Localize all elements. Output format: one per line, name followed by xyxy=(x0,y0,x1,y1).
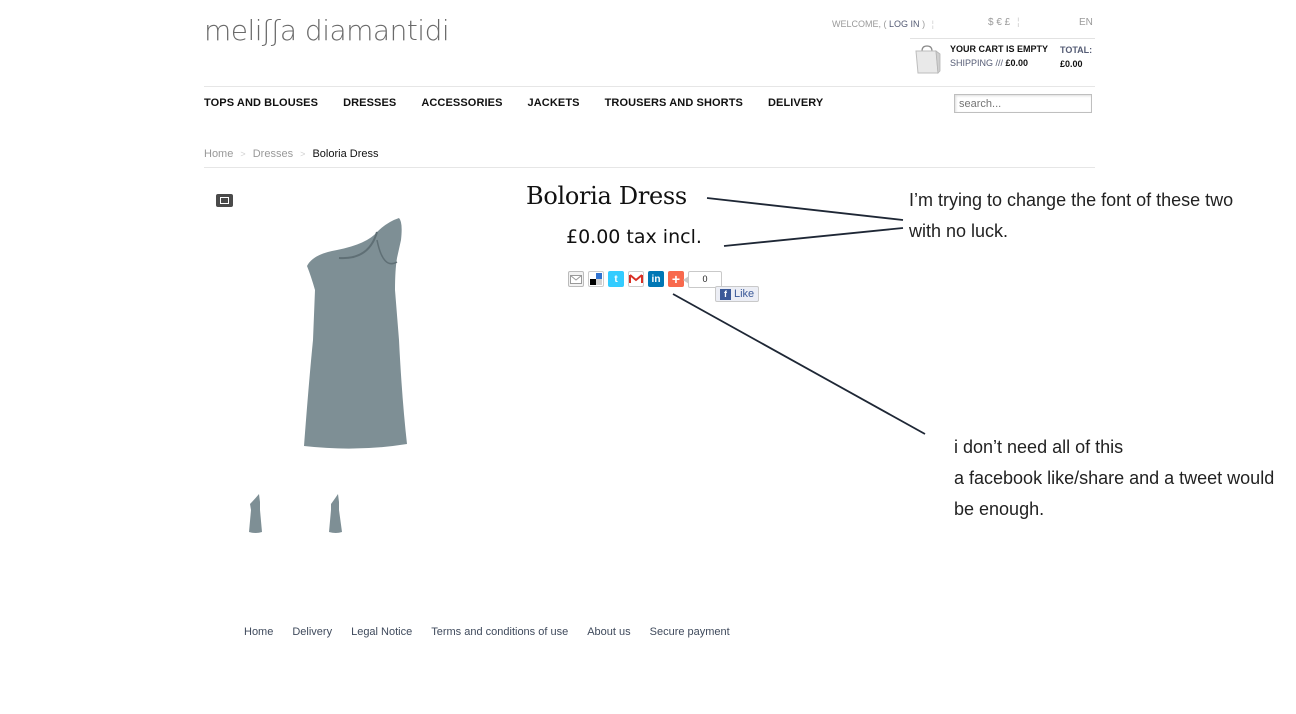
welcome-text: WELCOME, ( LOG IN ) ¦ xyxy=(832,19,938,29)
annotation-note-share: i don’t need all of this a facebook like… xyxy=(954,432,1274,525)
linkedin-icon[interactable]: in xyxy=(648,271,664,287)
breadcrumb-arrow-icon: > xyxy=(240,149,246,159)
breadcrumb-divider xyxy=(204,167,1095,168)
language-selector[interactable]: EN xyxy=(1079,17,1093,28)
footer-link-legal-notice[interactable]: Legal Notice xyxy=(351,626,412,638)
divider: ¦ xyxy=(1017,17,1020,28)
twitter-icon[interactable]: t xyxy=(608,271,624,287)
login-link[interactable]: LOG IN xyxy=(889,19,920,29)
product-thumbnail[interactable] xyxy=(246,492,266,536)
footer-link-delivery[interactable]: Delivery xyxy=(292,626,332,638)
facebook-like-label: Like xyxy=(734,288,755,300)
breadcrumb-category[interactable]: Dresses xyxy=(253,148,293,160)
annotation-line: I’m trying to change the font of these t… xyxy=(909,190,1234,210)
total-value: £0.00 xyxy=(1060,59,1083,69)
footer-link-home[interactable]: Home xyxy=(244,626,273,638)
welcome-label: WELCOME, ( xyxy=(832,19,887,29)
product-image[interactable] xyxy=(227,180,485,480)
annotation-line: i don’t need all of this xyxy=(954,437,1124,457)
nav-item-accessories[interactable]: ACCESSORIES xyxy=(421,97,502,109)
footer-link-about-us[interactable]: About us xyxy=(587,626,630,638)
cart-status[interactable]: YOUR CART IS EMPTY xyxy=(950,44,1048,54)
nav-item-tops-and-blouses[interactable]: TOPS AND BLOUSES xyxy=(204,97,318,109)
shopping-bag-icon xyxy=(915,45,941,74)
currency-options[interactable]: $ € £ xyxy=(988,17,1010,28)
nav-item-dresses[interactable]: DRESSES xyxy=(343,97,396,109)
breadcrumb-arrow-icon: > xyxy=(300,149,306,159)
addthis-plus-icon[interactable]: + xyxy=(668,271,684,287)
email-icon[interactable] xyxy=(568,271,584,287)
facebook-like-button[interactable]: f Like xyxy=(715,286,759,302)
shipping-value: £0.00 xyxy=(1005,58,1029,68)
gmail-icon[interactable] xyxy=(628,271,644,287)
shipping-label: SHIPPING /// xyxy=(950,58,1004,68)
annotation-line: be enough. xyxy=(954,499,1045,519)
annotation-note-font: I’m trying to change the font of these t… xyxy=(909,185,1233,247)
welcome-close: ) xyxy=(922,19,926,29)
breadcrumb-current: Boloria Dress xyxy=(312,148,379,160)
breadcrumb-home[interactable]: Home xyxy=(204,148,233,160)
annotation-line: a facebook like/share and a tweet would xyxy=(954,468,1275,488)
breadcrumb: Home > Dresses > Boloria Dress xyxy=(204,148,379,160)
search-input[interactable] xyxy=(954,94,1092,113)
total-label: TOTAL: xyxy=(1060,45,1093,55)
delicious-icon[interactable] xyxy=(588,271,604,287)
footer-link-terms[interactable]: Terms and conditions of use xyxy=(431,626,568,638)
nav-item-delivery[interactable]: DELIVERY xyxy=(768,97,823,109)
shipping-info: SHIPPING /// £0.00 xyxy=(950,58,1028,68)
share-toolbar: t in + xyxy=(568,271,684,287)
divider: ¦ xyxy=(931,19,934,29)
main-nav: TOPS AND BLOUSES DRESSES ACCESSORIES JAC… xyxy=(204,97,848,109)
dress-shape xyxy=(304,218,407,449)
product-title: Boloria Dress xyxy=(526,182,687,210)
site-logo[interactable]: meliʃʃa diamantidi xyxy=(204,14,450,47)
facebook-icon: f xyxy=(720,288,731,300)
footer-links: Home Delivery Legal Notice Terms and con… xyxy=(244,626,749,638)
nav-item-jackets[interactable]: JACKETS xyxy=(528,97,580,109)
footer-link-secure-payment[interactable]: Secure payment xyxy=(650,626,730,638)
product-thumbnail[interactable] xyxy=(326,492,346,536)
annotation-line: with no luck. xyxy=(909,221,1009,241)
header-divider xyxy=(204,86,1095,87)
currency-selector[interactable]: $ € £ ¦ xyxy=(988,17,1024,28)
nav-item-trousers-and-shorts[interactable]: TROUSERS AND SHORTS xyxy=(605,97,743,109)
product-price: £0.00 tax incl. xyxy=(566,226,702,248)
